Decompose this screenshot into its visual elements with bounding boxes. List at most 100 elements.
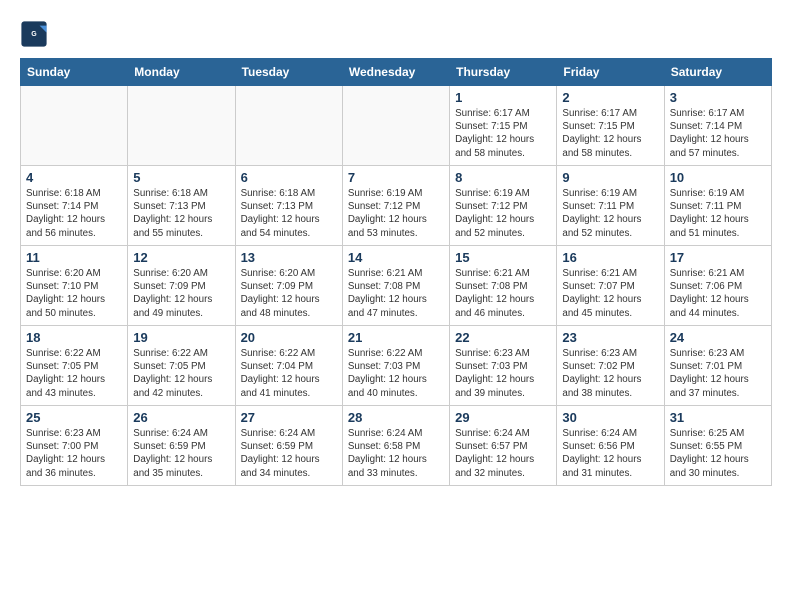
day-info: Sunrise: 6:24 AM Sunset: 6:59 PM Dayligh… [133, 427, 229, 480]
day-info: Sunrise: 6:21 AM Sunset: 7:08 PM Dayligh… [348, 267, 444, 320]
day-info: Sunrise: 6:24 AM Sunset: 6:59 PM Dayligh… [241, 427, 337, 480]
calendar-cell: 9Sunrise: 6:19 AM Sunset: 7:11 PM Daylig… [557, 166, 664, 246]
day-number: 26 [133, 410, 229, 425]
day-info: Sunrise: 6:24 AM Sunset: 6:58 PM Dayligh… [348, 427, 444, 480]
calendar-week-row: 18 Sunrise: 6:22 AM Sunset: 7:05 PM Dayli… [21, 326, 772, 406]
day-number: 13 [241, 250, 337, 265]
day-number: 7 [348, 170, 444, 185]
day-number: 16 [562, 250, 658, 265]
calendar-cell: 3Sunrise: 6:17 AM Sunset: 7:14 PM Daylig… [664, 86, 771, 166]
day-number: 27 [241, 410, 337, 425]
day-header-thursday: Thursday [450, 59, 557, 86]
calendar-cell: 16 Sunrise: 6:21 AM Sunset: 7:07 PM Dayli… [557, 246, 664, 326]
calendar-cell: 11Sunrise: 6:20 AM Sunset: 7:10 PM Dayli… [21, 246, 128, 326]
calendar-cell [128, 86, 235, 166]
day-info: Sunrise: 6:22 AM Sunset: 7:04 PM Dayligh… [241, 347, 337, 400]
calendar-cell: 30 Sunrise: 6:24 AM Sunset: 6:56 PM Dayli… [557, 406, 664, 486]
calendar-cell: 2 Sunrise: 6:17 AM Sunset: 7:15 PM Daylig… [557, 86, 664, 166]
day-info: Sunrise: 6:17 AM Sunset: 7:15 PM Dayligh… [455, 107, 551, 160]
day-number: 4 [26, 170, 122, 185]
day-number: 24 [670, 330, 766, 345]
day-info: Sunrise: 6:23 AM Sunset: 7:01 PM Dayligh… [670, 347, 766, 400]
day-number: 8 [455, 170, 551, 185]
calendar-cell: 18Sunrise: 6:22 AM Sunset: 7:05 PM Dayli… [21, 326, 128, 406]
calendar-cell: 26 Sunrise: 6:24 AM Sunset: 6:59 PM Dayli… [128, 406, 235, 486]
day-info: Sunrise: 6:23 AM Sunset: 7:02 PM Dayligh… [562, 347, 658, 400]
calendar-cell: 28Sunrise: 6:24 AM Sunset: 6:58 PM Dayli… [342, 406, 449, 486]
day-number: 17 [670, 250, 766, 265]
calendar-cell: 8Sunrise: 6:19 AM Sunset: 7:12 PM Daylig… [450, 166, 557, 246]
day-info: Sunrise: 6:21 AM Sunset: 7:07 PM Dayligh… [562, 267, 658, 320]
calendar-cell: 24 Sunrise: 6:23 AM Sunset: 7:01 PM Dayli… [664, 326, 771, 406]
calendar-cell: 17 Sunrise: 6:21 AM Sunset: 7:06 PM Dayli… [664, 246, 771, 326]
calendar-cell: 27 Sunrise: 6:24 AM Sunset: 6:59 PM Dayli… [235, 406, 342, 486]
calendar-cell: 20 Sunrise: 6:22 AM Sunset: 7:04 PM Dayli… [235, 326, 342, 406]
day-number: 12 [133, 250, 229, 265]
day-info: Sunrise: 6:20 AM Sunset: 7:09 PM Dayligh… [241, 267, 337, 320]
calendar-header-row: SundayMondayTuesdayWednesdayThursdayFrid… [21, 59, 772, 86]
day-number: 30 [562, 410, 658, 425]
calendar-week-row: 25 Sunrise: 6:23 AM Sunset: 7:00 PM Dayli… [21, 406, 772, 486]
calendar-cell: 29 Sunrise: 6:24 AM Sunset: 6:57 PM Dayli… [450, 406, 557, 486]
day-number: 19 [133, 330, 229, 345]
day-info: Sunrise: 6:17 AM Sunset: 7:15 PM Dayligh… [562, 107, 658, 160]
svg-text:G: G [31, 31, 37, 38]
logo-icon: G [20, 20, 48, 48]
calendar-cell: 13 Sunrise: 6:20 AM Sunset: 7:09 PM Dayli… [235, 246, 342, 326]
day-info: Sunrise: 6:22 AM Sunset: 7:05 PM Dayligh… [133, 347, 229, 400]
day-header-friday: Friday [557, 59, 664, 86]
day-number: 6 [241, 170, 337, 185]
calendar-cell: 19 Sunrise: 6:22 AM Sunset: 7:05 PM Dayli… [128, 326, 235, 406]
calendar-cell: 21 Sunrise: 6:22 AM Sunset: 7:03 PM Dayli… [342, 326, 449, 406]
calendar-cell: 10Sunrise: 6:19 AM Sunset: 7:11 PM Dayli… [664, 166, 771, 246]
day-number: 11 [26, 250, 122, 265]
day-header-monday: Monday [128, 59, 235, 86]
calendar-cell: 23 Sunrise: 6:23 AM Sunset: 7:02 PM Dayli… [557, 326, 664, 406]
day-number: 1 [455, 90, 551, 105]
day-info: Sunrise: 6:20 AM Sunset: 7:09 PM Dayligh… [133, 267, 229, 320]
day-info: Sunrise: 6:25 AM Sunset: 6:55 PM Dayligh… [670, 427, 766, 480]
day-info: Sunrise: 6:18 AM Sunset: 7:13 PM Dayligh… [133, 187, 229, 240]
calendar-week-row: 4 Sunrise: 6:18 AM Sunset: 7:14 PM Daylig… [21, 166, 772, 246]
day-number: 18 [26, 330, 122, 345]
calendar-week-row: 11Sunrise: 6:20 AM Sunset: 7:10 PM Dayli… [21, 246, 772, 326]
day-info: Sunrise: 6:23 AM Sunset: 7:03 PM Dayligh… [455, 347, 551, 400]
day-header-tuesday: Tuesday [235, 59, 342, 86]
day-info: Sunrise: 6:24 AM Sunset: 6:56 PM Dayligh… [562, 427, 658, 480]
day-number: 5 [133, 170, 229, 185]
calendar-table: SundayMondayTuesdayWednesdayThursdayFrid… [20, 58, 772, 486]
day-number: 23 [562, 330, 658, 345]
day-number: 20 [241, 330, 337, 345]
day-info: Sunrise: 6:23 AM Sunset: 7:00 PM Dayligh… [26, 427, 122, 480]
day-number: 2 [562, 90, 658, 105]
day-info: Sunrise: 6:24 AM Sunset: 6:57 PM Dayligh… [455, 427, 551, 480]
calendar-cell: 14 Sunrise: 6:21 AM Sunset: 7:08 PM Dayli… [342, 246, 449, 326]
day-info: Sunrise: 6:21 AM Sunset: 7:08 PM Dayligh… [455, 267, 551, 320]
day-number: 9 [562, 170, 658, 185]
logo: G [20, 20, 52, 48]
day-number: 15 [455, 250, 551, 265]
calendar-cell: 4 Sunrise: 6:18 AM Sunset: 7:14 PM Daylig… [21, 166, 128, 246]
day-number: 29 [455, 410, 551, 425]
day-info: Sunrise: 6:18 AM Sunset: 7:14 PM Dayligh… [26, 187, 122, 240]
day-info: Sunrise: 6:22 AM Sunset: 7:03 PM Dayligh… [348, 347, 444, 400]
day-info: Sunrise: 6:18 AM Sunset: 7:13 PM Dayligh… [241, 187, 337, 240]
day-info: Sunrise: 6:19 AM Sunset: 7:11 PM Dayligh… [670, 187, 766, 240]
day-number: 22 [455, 330, 551, 345]
day-number: 21 [348, 330, 444, 345]
calendar-cell [21, 86, 128, 166]
day-header-sunday: Sunday [21, 59, 128, 86]
day-info: Sunrise: 6:21 AM Sunset: 7:06 PM Dayligh… [670, 267, 766, 320]
calendar-cell: 5 Sunrise: 6:18 AM Sunset: 7:13 PM Daylig… [128, 166, 235, 246]
day-number: 25 [26, 410, 122, 425]
calendar-cell: 7 Sunrise: 6:19 AM Sunset: 7:12 PM Daylig… [342, 166, 449, 246]
day-number: 14 [348, 250, 444, 265]
day-info: Sunrise: 6:19 AM Sunset: 7:12 PM Dayligh… [348, 187, 444, 240]
page-header: G [20, 20, 772, 48]
day-number: 3 [670, 90, 766, 105]
calendar-cell: 1 Sunrise: 6:17 AM Sunset: 7:15 PM Daylig… [450, 86, 557, 166]
day-header-wednesday: Wednesday [342, 59, 449, 86]
calendar-cell: 25 Sunrise: 6:23 AM Sunset: 7:00 PM Dayli… [21, 406, 128, 486]
calendar-cell: 31Sunrise: 6:25 AM Sunset: 6:55 PM Dayli… [664, 406, 771, 486]
calendar-cell [342, 86, 449, 166]
